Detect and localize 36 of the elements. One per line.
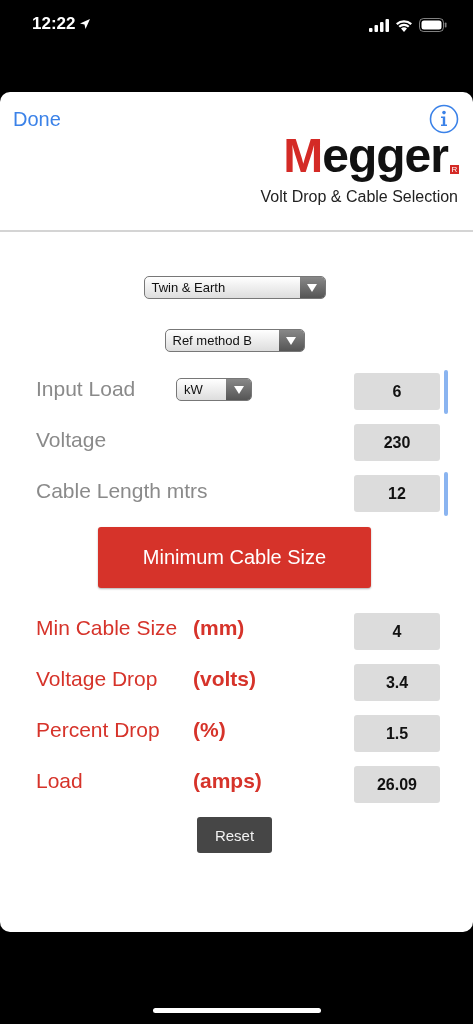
reset-button[interactable]: Reset [197,817,272,853]
input-field[interactable]: 230 [354,424,440,461]
dropdown[interactable]: kW [176,378,252,401]
location-arrow-icon [79,18,92,30]
input-field[interactable]: 12 [354,475,440,512]
unit-label: (amps) [193,768,262,792]
dropdown[interactable]: Ref method B [164,329,305,352]
caret-icon [307,283,317,292]
unit-label: (volts) [193,666,256,690]
input-label: Voltage [36,427,107,451]
input-field[interactable]: 6 [354,373,440,410]
result-label: Load [36,768,83,792]
unit-label: (%) [193,717,226,741]
done-button[interactable]: Done [13,107,61,131]
input-label: Cable Length mtrs [36,478,208,502]
battery-icon [419,18,447,32]
wifi-icon [395,18,413,32]
signal-icon [369,18,389,32]
unit-label: (mm) [193,615,245,639]
logo-wordmark: Megger [283,128,448,184]
result-field: 1.5 [354,715,440,752]
caret-icon [233,385,244,394]
calculate-button[interactable]: Minimum Cable Size [98,527,371,588]
result-label: Voltage Drop [36,666,158,690]
clock-time: 12:22 [32,14,76,34]
dropdown[interactable]: Twin & Earth [143,276,326,299]
result-label: Min Cable Size [36,615,178,639]
result-field: 26.09 [354,766,440,803]
registered-mark: R [450,165,459,174]
result-field: 4 [354,613,440,650]
input-label: Input Load [36,376,136,400]
caret-icon [286,336,296,345]
info-icon[interactable] [429,104,459,134]
app-subtitle: Volt Drop & Cable Selection [259,188,459,206]
result-field: 3.4 [354,664,440,701]
result-label: Percent Drop [36,717,160,741]
